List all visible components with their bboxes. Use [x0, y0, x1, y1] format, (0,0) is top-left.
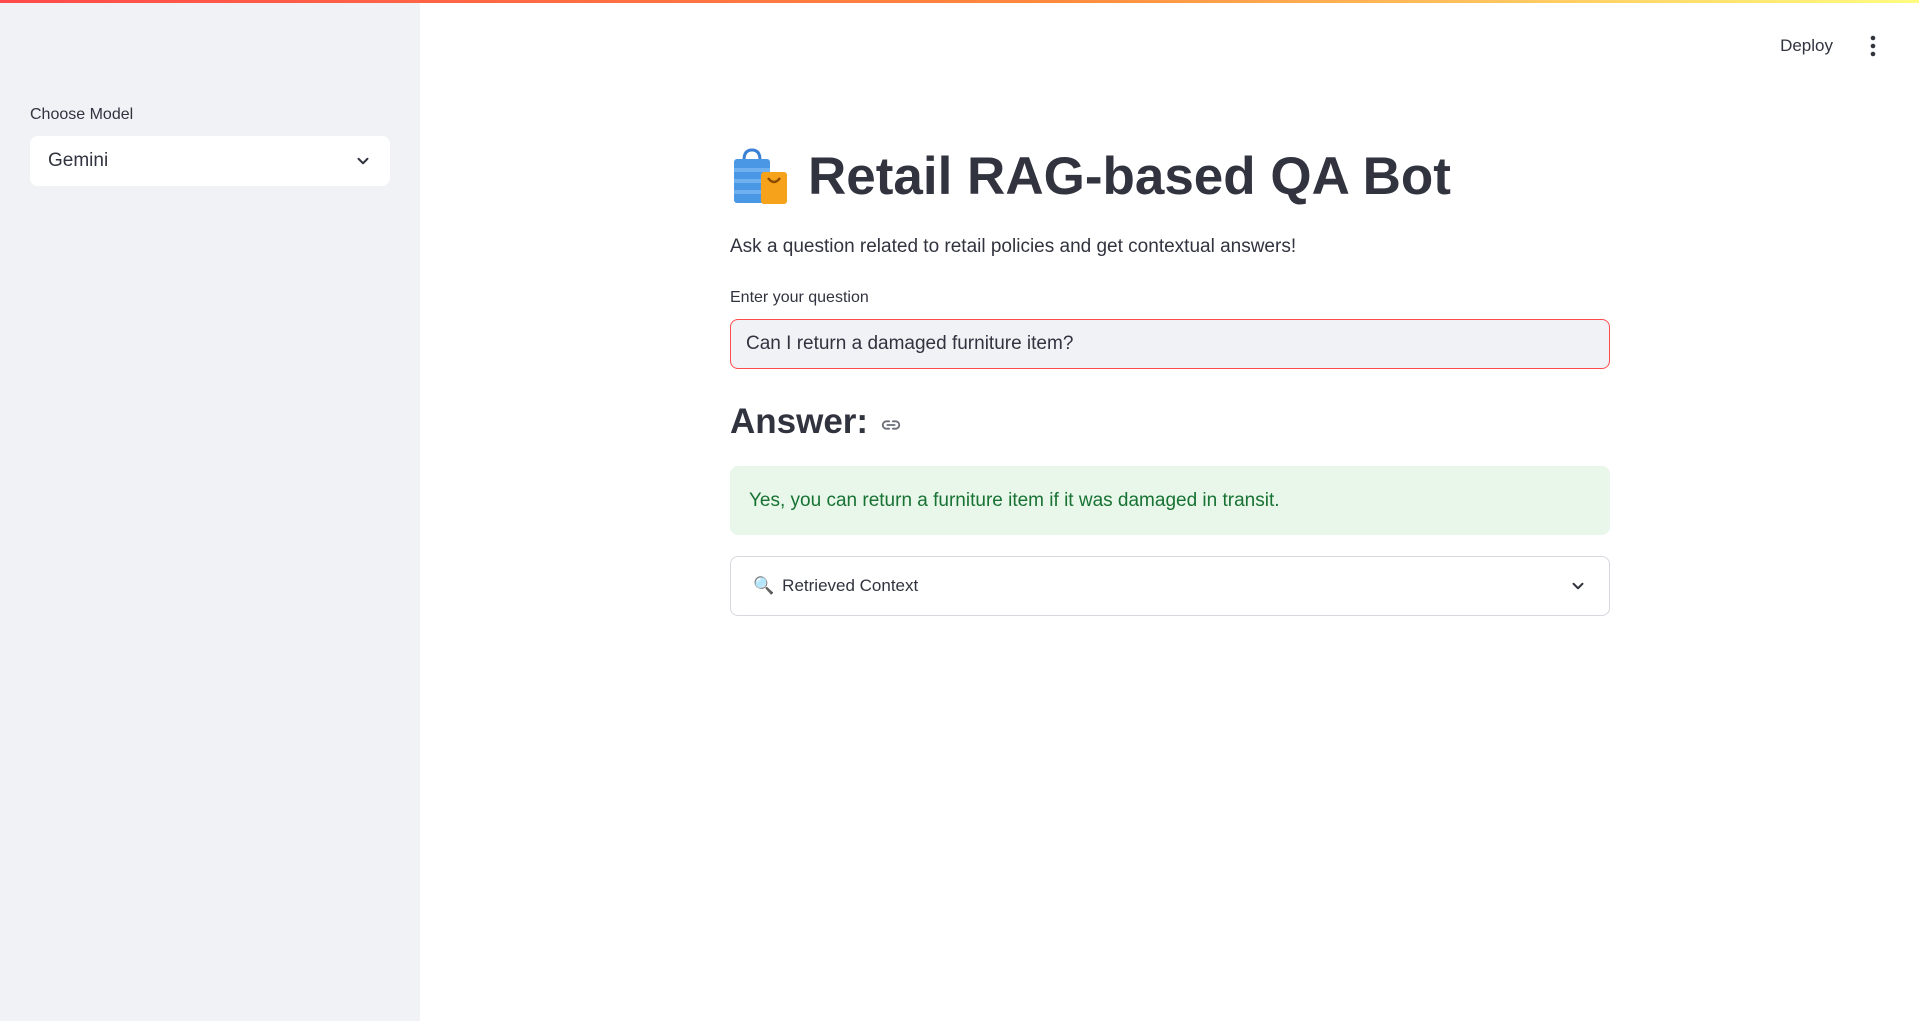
chevron-down-icon [357, 157, 369, 165]
model-select[interactable]: Gemini [30, 136, 390, 186]
sidebar: Choose Model Gemini [0, 0, 420, 1021]
magnifier-icon: 🔍 [753, 576, 775, 595]
main-area: Deploy Retail RAG-based QA Bot Ask a que… [420, 0, 1919, 1021]
title-text: Retail RAG-based QA Bot [808, 147, 1451, 206]
more-vertical-icon[interactable] [1863, 32, 1883, 60]
retrieved-context-expander[interactable]: 🔍 Retrieved Context [730, 556, 1610, 616]
answer-heading: Answer: [730, 402, 869, 441]
header-toolbar: Deploy [1772, 30, 1883, 62]
shopping-bags-icon [734, 147, 787, 204]
question-field-label: Enter your question [730, 289, 869, 306]
expander-label: Retrieved Context [782, 576, 919, 595]
model-select-value: Gemini [48, 150, 109, 171]
link-icon[interactable] [880, 414, 902, 436]
answer-success-box: Yes, you can return a furniture item if … [730, 466, 1610, 535]
page-subtitle: Ask a question related to retail policie… [730, 236, 1297, 257]
answer-heading-row: Answer: [730, 402, 902, 442]
choose-model-label: Choose Model [30, 106, 134, 123]
question-input[interactable] [730, 319, 1610, 369]
page-title: Retail RAG-based QA Bot [730, 146, 1451, 207]
chevron-down-icon [1572, 582, 1584, 590]
answer-text: Yes, you can return a furniture item if … [749, 489, 1280, 511]
top-decoration-bar [0, 0, 1919, 3]
deploy-button[interactable]: Deploy [1772, 30, 1841, 62]
